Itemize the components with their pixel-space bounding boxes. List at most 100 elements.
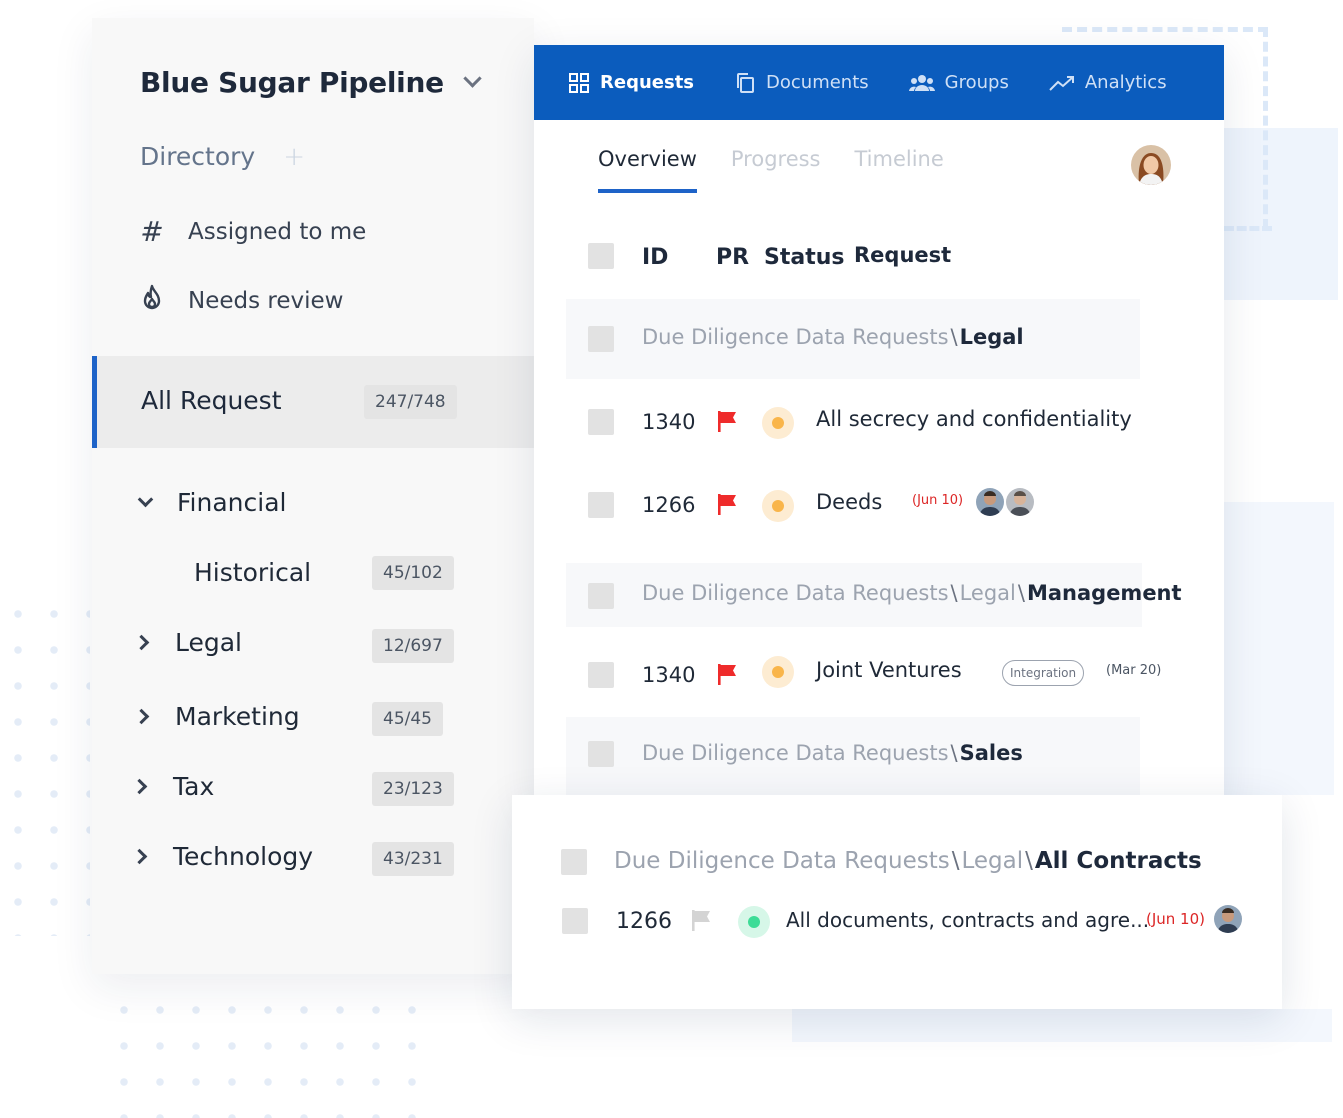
group-leaf: Management xyxy=(1026,581,1182,605)
count-badge: 23/123 xyxy=(372,772,454,806)
request-title: Joint Ventures xyxy=(816,658,962,682)
row-checkbox[interactable] xyxy=(588,662,614,688)
groups-icon xyxy=(908,74,935,91)
sidebar-item-label: Needs review xyxy=(188,287,344,314)
tree-item-legal[interactable]: Legal xyxy=(133,628,243,657)
nav-documents[interactable]: Documents xyxy=(734,72,869,94)
decorative-dashed-line xyxy=(1224,226,1272,231)
nav-analytics[interactable]: Analytics xyxy=(1049,72,1167,94)
user-avatar[interactable] xyxy=(1131,145,1171,185)
count-badge: 43/231 xyxy=(372,842,454,876)
row-checkbox[interactable] xyxy=(562,908,588,934)
tree-item-tax[interactable]: Tax xyxy=(131,772,215,801)
group-leaf: All Contracts xyxy=(1034,848,1202,874)
tree-item-marketing[interactable]: Marketing xyxy=(133,702,300,731)
column-id: ID xyxy=(642,245,669,270)
sidebar: Blue Sugar Pipeline Directory + # Assign… xyxy=(92,18,534,974)
row-checkbox[interactable] xyxy=(588,492,614,518)
assignee-avatar[interactable] xyxy=(976,488,1004,516)
all-request-label: All Request xyxy=(141,386,282,415)
tree-item-historical[interactable]: Historical xyxy=(194,558,311,587)
group-header[interactable]: Due Diligence Data Requests\Legal xyxy=(566,299,1140,379)
table-row[interactable]: 1340 All secrecy and confidentiality xyxy=(534,397,1224,447)
group-checkbox[interactable] xyxy=(588,583,614,609)
count-badge: 12/697 xyxy=(372,629,454,663)
tab-overview[interactable]: Overview xyxy=(598,147,697,193)
tab-progress[interactable]: Progress xyxy=(731,147,821,193)
group-leaf: Sales xyxy=(959,741,1023,765)
directory-label: Directory xyxy=(140,142,256,171)
sidebar-item-all-request[interactable]: All Request 247/748 xyxy=(92,356,534,448)
assignee-avatar[interactable] xyxy=(1214,905,1242,933)
flag-icon[interactable] xyxy=(716,409,740,433)
nav-groups[interactable]: Groups xyxy=(908,72,1009,94)
tree-item-financial[interactable]: Financial xyxy=(137,488,287,517)
main-panel: Requests Documents Groups Analytics Over… xyxy=(534,45,1224,805)
chevron-down-icon xyxy=(463,69,482,88)
flag-icon[interactable] xyxy=(716,492,740,516)
flag-icon[interactable] xyxy=(716,662,740,686)
grid-icon xyxy=(569,72,589,93)
group-leaf: Legal xyxy=(959,325,1024,349)
add-directory-icon[interactable]: + xyxy=(283,144,305,170)
count-badge: 247/748 xyxy=(364,385,457,419)
count-badge: 45/102 xyxy=(372,556,454,590)
sidebar-item-assigned[interactable]: # Assigned to me xyxy=(138,218,366,246)
decorative-panel xyxy=(1224,502,1334,795)
tree-item-technology[interactable]: Technology xyxy=(131,842,314,871)
table-row[interactable]: 1266 Deeds (Jun 10) xyxy=(534,480,1224,530)
tree-item-label: Tax xyxy=(173,772,215,801)
request-id: 1340 xyxy=(642,410,696,434)
group-checkbox[interactable] xyxy=(588,741,614,767)
tab-timeline[interactable]: Timeline xyxy=(855,147,944,193)
column-status: Status xyxy=(764,245,845,270)
status-indicator xyxy=(762,656,794,688)
nav-label: Groups xyxy=(944,72,1009,93)
chevron-right-icon xyxy=(131,848,148,865)
table-row[interactable]: 1266 All documents, contracts and agre..… xyxy=(512,896,1282,946)
directory-header: Directory + xyxy=(140,142,305,171)
decorative-panel xyxy=(792,1009,1332,1042)
flame-icon xyxy=(138,284,166,317)
group-header[interactable]: Due Diligence Data Requests\Sales xyxy=(566,717,1140,805)
request-title: All secrecy and confidentiality xyxy=(816,407,1132,431)
tree-item-label: Financial xyxy=(177,488,287,517)
nav-label: Analytics xyxy=(1084,72,1167,93)
tree-item-label: Legal xyxy=(175,628,243,657)
select-all-checkbox[interactable] xyxy=(588,243,614,269)
group-path: Due Diligence Data Requests\Sales xyxy=(642,741,1023,765)
nav-label: Requests xyxy=(600,72,695,93)
view-tabs: Overview Progress Timeline xyxy=(598,147,944,193)
hash-icon: # xyxy=(140,215,164,248)
status-indicator xyxy=(762,490,794,522)
chevron-right-icon xyxy=(131,778,148,795)
top-nav: Requests Documents Groups Analytics xyxy=(534,45,1224,120)
count-badge: 45/45 xyxy=(372,702,443,736)
due-date: (Jun 10) xyxy=(1146,910,1205,928)
nav-requests[interactable]: Requests xyxy=(568,72,694,94)
group-checkbox[interactable] xyxy=(561,849,587,875)
group-path: Due Diligence Data Requests\Legal\Manage… xyxy=(642,581,1182,605)
project-title: Blue Sugar Pipeline xyxy=(140,66,444,99)
chevron-right-icon xyxy=(133,634,150,651)
due-date: (Jun 10) xyxy=(912,493,964,508)
table-row[interactable]: 1340 Joint Ventures Integration (Mar 20) xyxy=(534,650,1224,700)
flag-icon[interactable] xyxy=(690,908,714,932)
status-indicator xyxy=(762,407,794,439)
group-header[interactable]: Due Diligence Data Requests\Legal\Manage… xyxy=(566,563,1182,627)
project-switcher[interactable]: Blue Sugar Pipeline xyxy=(140,66,482,99)
request-title: Deeds xyxy=(816,490,883,514)
sidebar-item-needs-review[interactable]: Needs review xyxy=(138,284,343,317)
tree-item-label: Technology xyxy=(173,842,314,871)
chevron-right-icon xyxy=(133,708,150,725)
table-header: ID PR Status Request xyxy=(534,241,1224,281)
row-checkbox[interactable] xyxy=(588,409,614,435)
assignee-avatar[interactable] xyxy=(1006,488,1034,516)
tag-badge[interactable]: Integration xyxy=(1002,660,1085,686)
decorative-dots xyxy=(0,596,90,936)
trend-icon xyxy=(1049,75,1074,91)
status-indicator xyxy=(738,906,770,938)
tree-item-label: Marketing xyxy=(175,702,300,731)
group-path: Due Diligence Data Requests\Legal xyxy=(642,325,1024,349)
group-checkbox[interactable] xyxy=(588,326,614,352)
